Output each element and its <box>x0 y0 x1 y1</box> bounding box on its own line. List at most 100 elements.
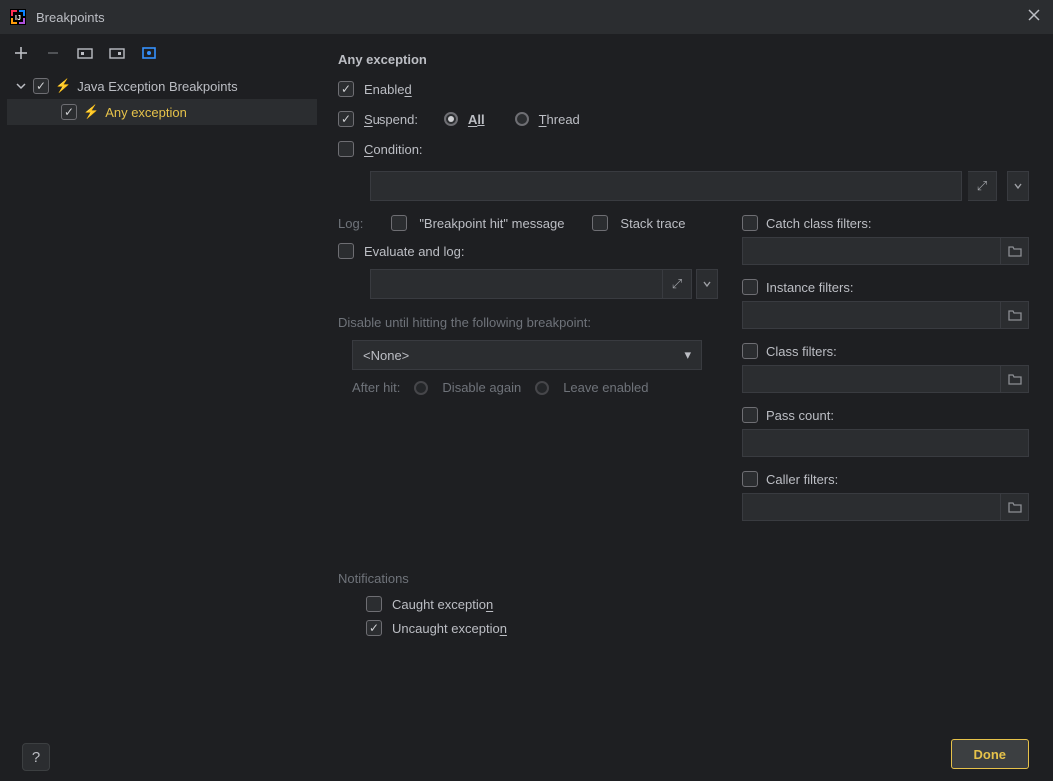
instance-filter-block: Instance filters: <box>742 279 1029 329</box>
condition-dropdown[interactable] <box>1007 171 1029 201</box>
uncaught-row: Uncaught exception <box>366 620 1029 636</box>
catch-filter-input[interactable] <box>742 237 1001 265</box>
uncaught-label: Uncaught exception <box>392 621 507 636</box>
left-panel: ⚡ Java Exception Breakpoints ⚡ Any excep… <box>0 34 320 781</box>
suspend-thread-radio[interactable] <box>515 112 529 126</box>
folder-icon <box>1008 309 1022 321</box>
evaluate-input-row: ⤢ <box>370 269 718 299</box>
group-icon-2 <box>109 46 125 60</box>
breakpoint-title: Any exception <box>338 52 1029 67</box>
done-button[interactable]: Done <box>951 739 1030 769</box>
close-button[interactable] <box>1027 8 1041 25</box>
child-checkbox[interactable] <box>61 104 77 120</box>
folder-icon <box>1008 245 1022 257</box>
instance-filter-label: Instance filters: <box>766 280 853 295</box>
filters-column: Catch class filters: Instance filters: <box>742 215 1029 535</box>
catch-filter-browse[interactable] <box>1001 237 1029 265</box>
log-bphit-label: "Breakpoint hit" message <box>419 216 564 231</box>
window-title: Breakpoints <box>36 10 105 25</box>
expand-icon[interactable]: ⤢ <box>972 178 992 194</box>
enabled-row: Enabled <box>338 81 1029 97</box>
chevron-down-icon <box>1014 182 1022 190</box>
exception-icon: ⚡ <box>55 78 71 94</box>
pass-count-label: Pass count: <box>766 408 834 423</box>
enabled-label: Enabled <box>364 82 412 97</box>
log-stack-label: Stack trace <box>620 216 685 231</box>
remove-breakpoint-button[interactable] <box>44 44 62 62</box>
evaluate-row: Evaluate and log: <box>338 243 718 259</box>
root-checkbox[interactable] <box>33 78 49 94</box>
add-breakpoint-button[interactable] <box>12 44 30 62</box>
catch-filter-checkbox[interactable] <box>742 215 758 231</box>
caller-filter-input[interactable] <box>742 493 1001 521</box>
expand-icon[interactable]: ⤢ <box>667 276 687 292</box>
class-filter-browse[interactable] <box>1001 365 1029 393</box>
exception-icon: ⚡ <box>83 104 99 120</box>
condition-input-row: ⤢ <box>370 171 1029 201</box>
minus-icon <box>46 46 60 60</box>
condition-label: Condition: <box>364 142 423 157</box>
class-filter-input[interactable] <box>742 365 1001 393</box>
after-hit-leave-radio[interactable] <box>535 381 549 395</box>
main-content: ⚡ Java Exception Breakpoints ⚡ Any excep… <box>0 34 1053 781</box>
log-stack-checkbox[interactable] <box>592 215 608 231</box>
right-panel: Any exception Enabled Suspend: All Threa… <box>320 34 1053 781</box>
suspend-checkbox[interactable] <box>338 111 354 127</box>
enabled-checkbox[interactable] <box>338 81 354 97</box>
group-by-class-button[interactable] <box>140 44 158 62</box>
instance-filter-browse[interactable] <box>1001 301 1029 329</box>
suspend-label: Suspend: <box>364 112 418 127</box>
instance-filter-input[interactable] <box>742 301 1001 329</box>
catch-filter-label: Catch class filters: <box>766 216 871 231</box>
tree-root-label: Java Exception Breakpoints <box>77 79 237 94</box>
caller-filter-checkbox[interactable] <box>742 471 758 487</box>
notifications-header: Notifications <box>338 571 1029 586</box>
group-by-file-button[interactable] <box>108 44 126 62</box>
log-label: Log: <box>338 216 363 231</box>
breakpoints-tree[interactable]: ⚡ Java Exception Breakpoints ⚡ Any excep… <box>6 70 318 733</box>
disable-until-select[interactable]: <None> ▾ <box>352 340 702 370</box>
class-filter-checkbox[interactable] <box>742 343 758 359</box>
evaluate-checkbox[interactable] <box>338 243 354 259</box>
caller-filter-block: Caller filters: <box>742 471 1029 521</box>
condition-row: Condition: <box>338 141 1029 157</box>
tree-child-row[interactable]: ⚡ Any exception <box>7 99 317 125</box>
tree-root-row[interactable]: ⚡ Java Exception Breakpoints <box>7 73 317 99</box>
instance-filter-checkbox[interactable] <box>742 279 758 295</box>
app-icon: IJ <box>10 9 26 25</box>
pass-count-input[interactable] <box>742 429 1029 457</box>
condition-input[interactable] <box>370 171 962 201</box>
chevron-down-icon: ▾ <box>684 347 691 363</box>
class-filter-block: Class filters: <box>742 343 1029 393</box>
evaluate-label: Evaluate and log: <box>364 244 464 259</box>
after-hit-disable-radio[interactable] <box>414 381 428 395</box>
chevron-down-icon <box>15 80 27 92</box>
evaluate-input[interactable] <box>370 269 663 299</box>
svg-text:IJ: IJ <box>15 15 21 22</box>
help-button[interactable]: ? <box>22 743 50 771</box>
group-by-package-button[interactable] <box>76 44 94 62</box>
middle-columns: Log: "Breakpoint hit" message Stack trac… <box>338 215 1029 535</box>
uncaught-checkbox[interactable] <box>366 620 382 636</box>
pass-count-checkbox[interactable] <box>742 407 758 423</box>
disable-until-label: Disable until hitting the following brea… <box>338 315 718 330</box>
titlebar: IJ Breakpoints <box>0 0 1053 34</box>
condition-checkbox[interactable] <box>338 141 354 157</box>
after-hit-disable-label: Disable again <box>442 380 521 395</box>
log-bphit-checkbox[interactable] <box>391 215 407 231</box>
class-filter-label: Class filters: <box>766 344 837 359</box>
evaluate-dropdown[interactable] <box>696 269 718 299</box>
suspend-all-radio[interactable] <box>444 112 458 126</box>
log-column: Log: "Breakpoint hit" message Stack trac… <box>338 215 718 535</box>
caught-label: Caught exception <box>392 597 493 612</box>
caller-filter-browse[interactable] <box>1001 493 1029 521</box>
caught-checkbox[interactable] <box>366 596 382 612</box>
suspend-all-label: All <box>468 112 485 127</box>
suspend-thread-label: Thread <box>539 112 580 127</box>
log-row: Log: "Breakpoint hit" message Stack trac… <box>338 215 718 231</box>
breakpoints-toolbar <box>6 40 320 70</box>
after-hit-row: After hit: Disable again Leave enabled <box>352 380 718 395</box>
notifications-section: Notifications Caught exception Uncaught … <box>338 571 1029 636</box>
close-icon <box>1027 8 1041 22</box>
folder-icon <box>1008 373 1022 385</box>
